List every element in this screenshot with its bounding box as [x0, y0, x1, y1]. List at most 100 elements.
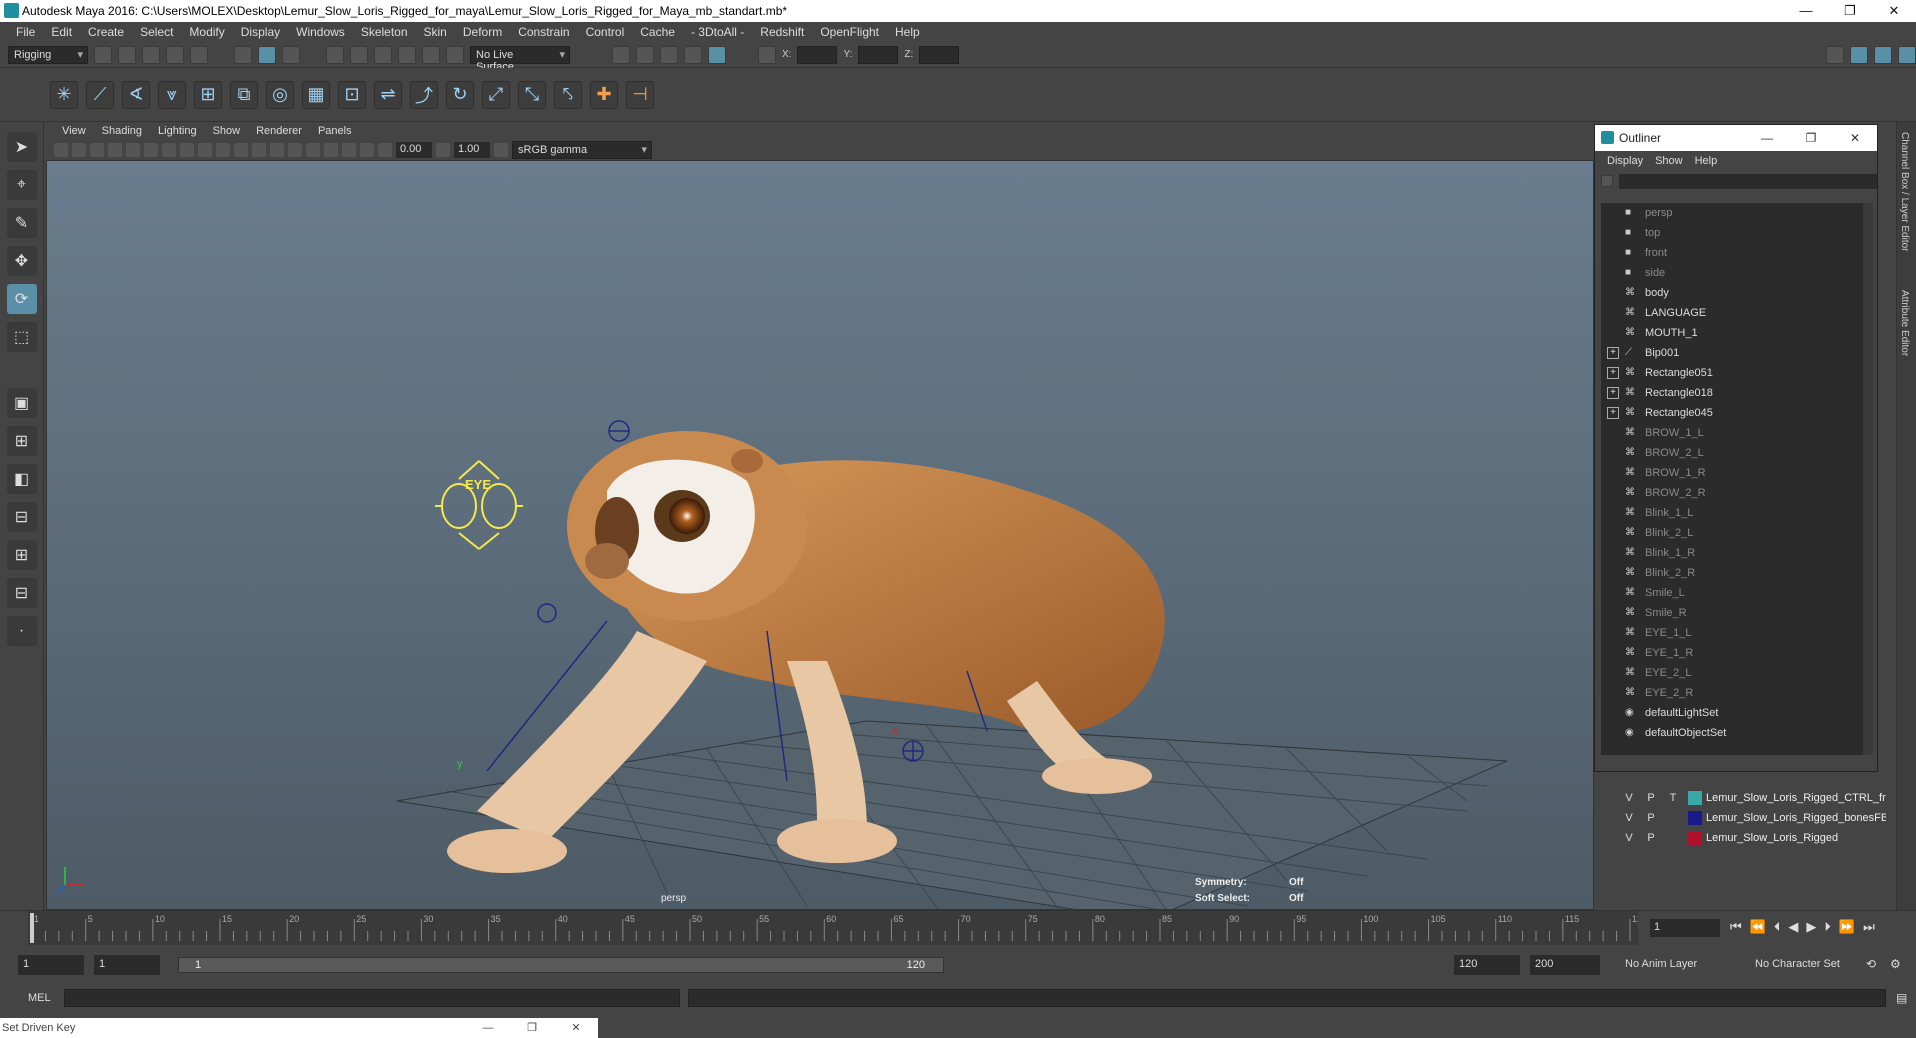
outliner-item[interactable]: ⌘ EYE_1_R — [1601, 643, 1863, 663]
channel-box-toggle-icon[interactable] — [1850, 45, 1868, 64]
menu-create[interactable]: Create — [80, 25, 132, 39]
outliner-item[interactable]: ■ top — [1601, 223, 1863, 243]
menu-display[interactable]: Display — [233, 25, 288, 39]
go-to-end-icon[interactable]: ⏭ — [1863, 919, 1875, 935]
go-to-start-icon[interactable]: ⏮ — [1730, 919, 1742, 935]
bind-skin-icon[interactable]: ⧉ — [230, 80, 258, 109]
open-scene-icon[interactable] — [118, 45, 136, 64]
render-frame-icon[interactable] — [612, 45, 630, 64]
outliner-item[interactable]: ⌘ body — [1601, 283, 1863, 303]
outliner-item[interactable]: + ⌘ Rectangle018 — [1601, 383, 1863, 403]
ik-handle-icon[interactable]: ⟋ — [86, 80, 114, 109]
expand-icon[interactable]: + — [1607, 347, 1619, 359]
outliner-item[interactable]: ⌘ MOUTH_1 — [1601, 323, 1863, 343]
outliner-item[interactable]: ■ persp — [1601, 203, 1863, 223]
panel-menu-renderer[interactable]: Renderer — [248, 125, 310, 137]
menu-edit[interactable]: Edit — [43, 25, 80, 39]
rotate-tool-icon[interactable]: ⟳ — [6, 284, 37, 314]
menu-windows[interactable]: Windows — [288, 25, 353, 39]
point-constraint-icon[interactable]: ⤴ — [410, 80, 438, 109]
menu-skeleton[interactable]: Skeleton — [353, 25, 416, 39]
outliner-item[interactable]: ■ side — [1601, 263, 1863, 283]
select-hierarchy-icon[interactable] — [234, 45, 252, 64]
panel-menu-show[interactable]: Show — [205, 125, 249, 137]
group-icon[interactable]: ⊣ — [626, 80, 654, 109]
select-object-icon[interactable] — [258, 45, 276, 64]
snap-grid-icon[interactable] — [326, 45, 344, 64]
close-button[interactable]: ✕ — [1872, 0, 1916, 22]
ipr-render-icon[interactable] — [636, 45, 654, 64]
expand-icon[interactable]: + — [1607, 407, 1619, 419]
timeline-ticks[interactable]: 1 5 10 15 20 25 30 35 40 45 50 55 60 65 70 75 80 85 90 95 10… — [28, 911, 1638, 945]
smooth-shade-icon[interactable] — [252, 143, 266, 157]
layer-p-toggle[interactable]: P — [1640, 792, 1662, 804]
outliner-item[interactable]: ■ front — [1601, 243, 1863, 263]
safe-action-icon[interactable] — [216, 143, 230, 157]
y-field[interactable] — [858, 45, 899, 64]
character-set-select[interactable]: No Character Set — [1750, 955, 1860, 975]
outliner-item[interactable]: ⌘ Blink_1_R — [1601, 543, 1863, 563]
outliner-item[interactable]: ⌘ Smile_L — [1601, 583, 1863, 603]
cluster-icon[interactable]: ⊡ — [338, 80, 366, 109]
orient-constraint-icon[interactable]: ↻ — [446, 80, 474, 109]
playback-start-field[interactable]: 1 — [94, 955, 160, 975]
sdk-minimize-button[interactable]: — — [466, 1018, 510, 1038]
redo-icon[interactable] — [190, 45, 208, 64]
exposure-field[interactable]: 0.00 — [396, 142, 432, 158]
menu-3dtoall[interactable]: - 3DtoAll - — [683, 25, 752, 39]
single-perspective-layout-icon[interactable]: ▣ — [6, 388, 37, 418]
paint-weights-icon[interactable]: ◎ — [266, 80, 294, 109]
lock-camera-icon[interactable] — [72, 143, 86, 157]
menu-modify[interactable]: Modify — [181, 25, 232, 39]
layer-row[interactable]: V P Lemur_Slow_Loris_Rigged — [1618, 828, 1894, 848]
outliner-item[interactable]: ⌘ BROW_2_L — [1601, 443, 1863, 463]
film-gate-icon[interactable] — [144, 143, 158, 157]
snap-point-icon[interactable] — [374, 45, 392, 64]
current-frame-field[interactable]: 1 — [1650, 919, 1720, 937]
scale-tool-icon[interactable]: ⬚ — [6, 322, 37, 352]
layer-v-toggle[interactable]: V — [1618, 792, 1640, 804]
set-driven-key-window[interactable]: Set Driven Key — ❐ ✕ — [0, 1018, 598, 1038]
outliner-item[interactable]: ⌘ Blink_2_R — [1601, 563, 1863, 583]
isolate-select-icon[interactable] — [360, 143, 374, 157]
menu-set-select[interactable]: Rigging — [8, 45, 88, 64]
save-scene-icon[interactable] — [142, 45, 160, 64]
outliner-item[interactable]: ⌘ BROW_2_R — [1601, 483, 1863, 503]
xray-icon[interactable] — [324, 143, 338, 157]
wireframe-icon[interactable] — [234, 143, 248, 157]
time-slider[interactable]: 1 5 10 15 20 25 30 35 40 45 50 55 60 65 70 75 80 85 90 95 10… — [0, 910, 1916, 948]
outliner-restore-button[interactable]: ❐ — [1789, 125, 1833, 151]
expand-icon[interactable]: + — [1607, 367, 1619, 379]
layer-v-toggle[interactable]: V — [1618, 812, 1640, 824]
parent-constraint-icon[interactable]: ⤡ — [518, 80, 546, 109]
live-surface-field[interactable]: No Live Surface — [470, 45, 570, 73]
expand-icon[interactable]: + — [1607, 387, 1619, 399]
paint-select-icon[interactable]: ✎ — [6, 208, 37, 238]
outliner-item[interactable]: + ⌘ Rectangle045 — [1601, 403, 1863, 423]
render-settings-icon[interactable] — [660, 45, 678, 64]
view-transform-select[interactable]: sRGB gamma — [512, 141, 652, 159]
outliner-item[interactable]: ⌘ LANGUAGE — [1601, 303, 1863, 323]
insert-joint-icon[interactable]: ⩔ — [158, 80, 186, 109]
step-forward-icon[interactable]: ⏩ — [1839, 919, 1855, 935]
playback-end-field[interactable]: 120 — [1454, 955, 1520, 975]
animation-end-field[interactable]: 200 — [1530, 955, 1600, 975]
outliner-item[interactable]: ⌘ EYE_2_L — [1601, 663, 1863, 683]
gate-mask-icon[interactable] — [180, 143, 194, 157]
outliner-item[interactable]: ◉ defaultObjectSet — [1601, 723, 1863, 743]
move-tool-icon[interactable]: ✥ — [6, 246, 37, 276]
layer-editor-toggle-icon[interactable] — [1874, 45, 1892, 64]
outliner-close-button[interactable]: ✕ — [1833, 125, 1877, 151]
layer-row[interactable]: V P Lemur_Slow_Loris_Rigged_bonesFB — [1618, 808, 1894, 828]
layer-color-swatch[interactable] — [1688, 811, 1702, 825]
sidebar-toggle-icon[interactable] — [1826, 45, 1844, 64]
select-component-icon[interactable] — [282, 45, 300, 64]
auto-key-icon[interactable]: ⟲ — [1866, 957, 1876, 971]
attribute-editor-toggle-icon[interactable] — [1898, 45, 1916, 64]
outliner-item[interactable]: ⌘ BROW_1_L — [1601, 423, 1863, 443]
outliner-item[interactable]: ⌘ BROW_1_R — [1601, 463, 1863, 483]
menu-constrain[interactable]: Constrain — [510, 25, 577, 39]
menu-skin[interactable]: Skin — [416, 25, 455, 39]
hypershade-icon[interactable] — [684, 45, 702, 64]
outliner-menu-show[interactable]: Show — [1649, 155, 1689, 167]
